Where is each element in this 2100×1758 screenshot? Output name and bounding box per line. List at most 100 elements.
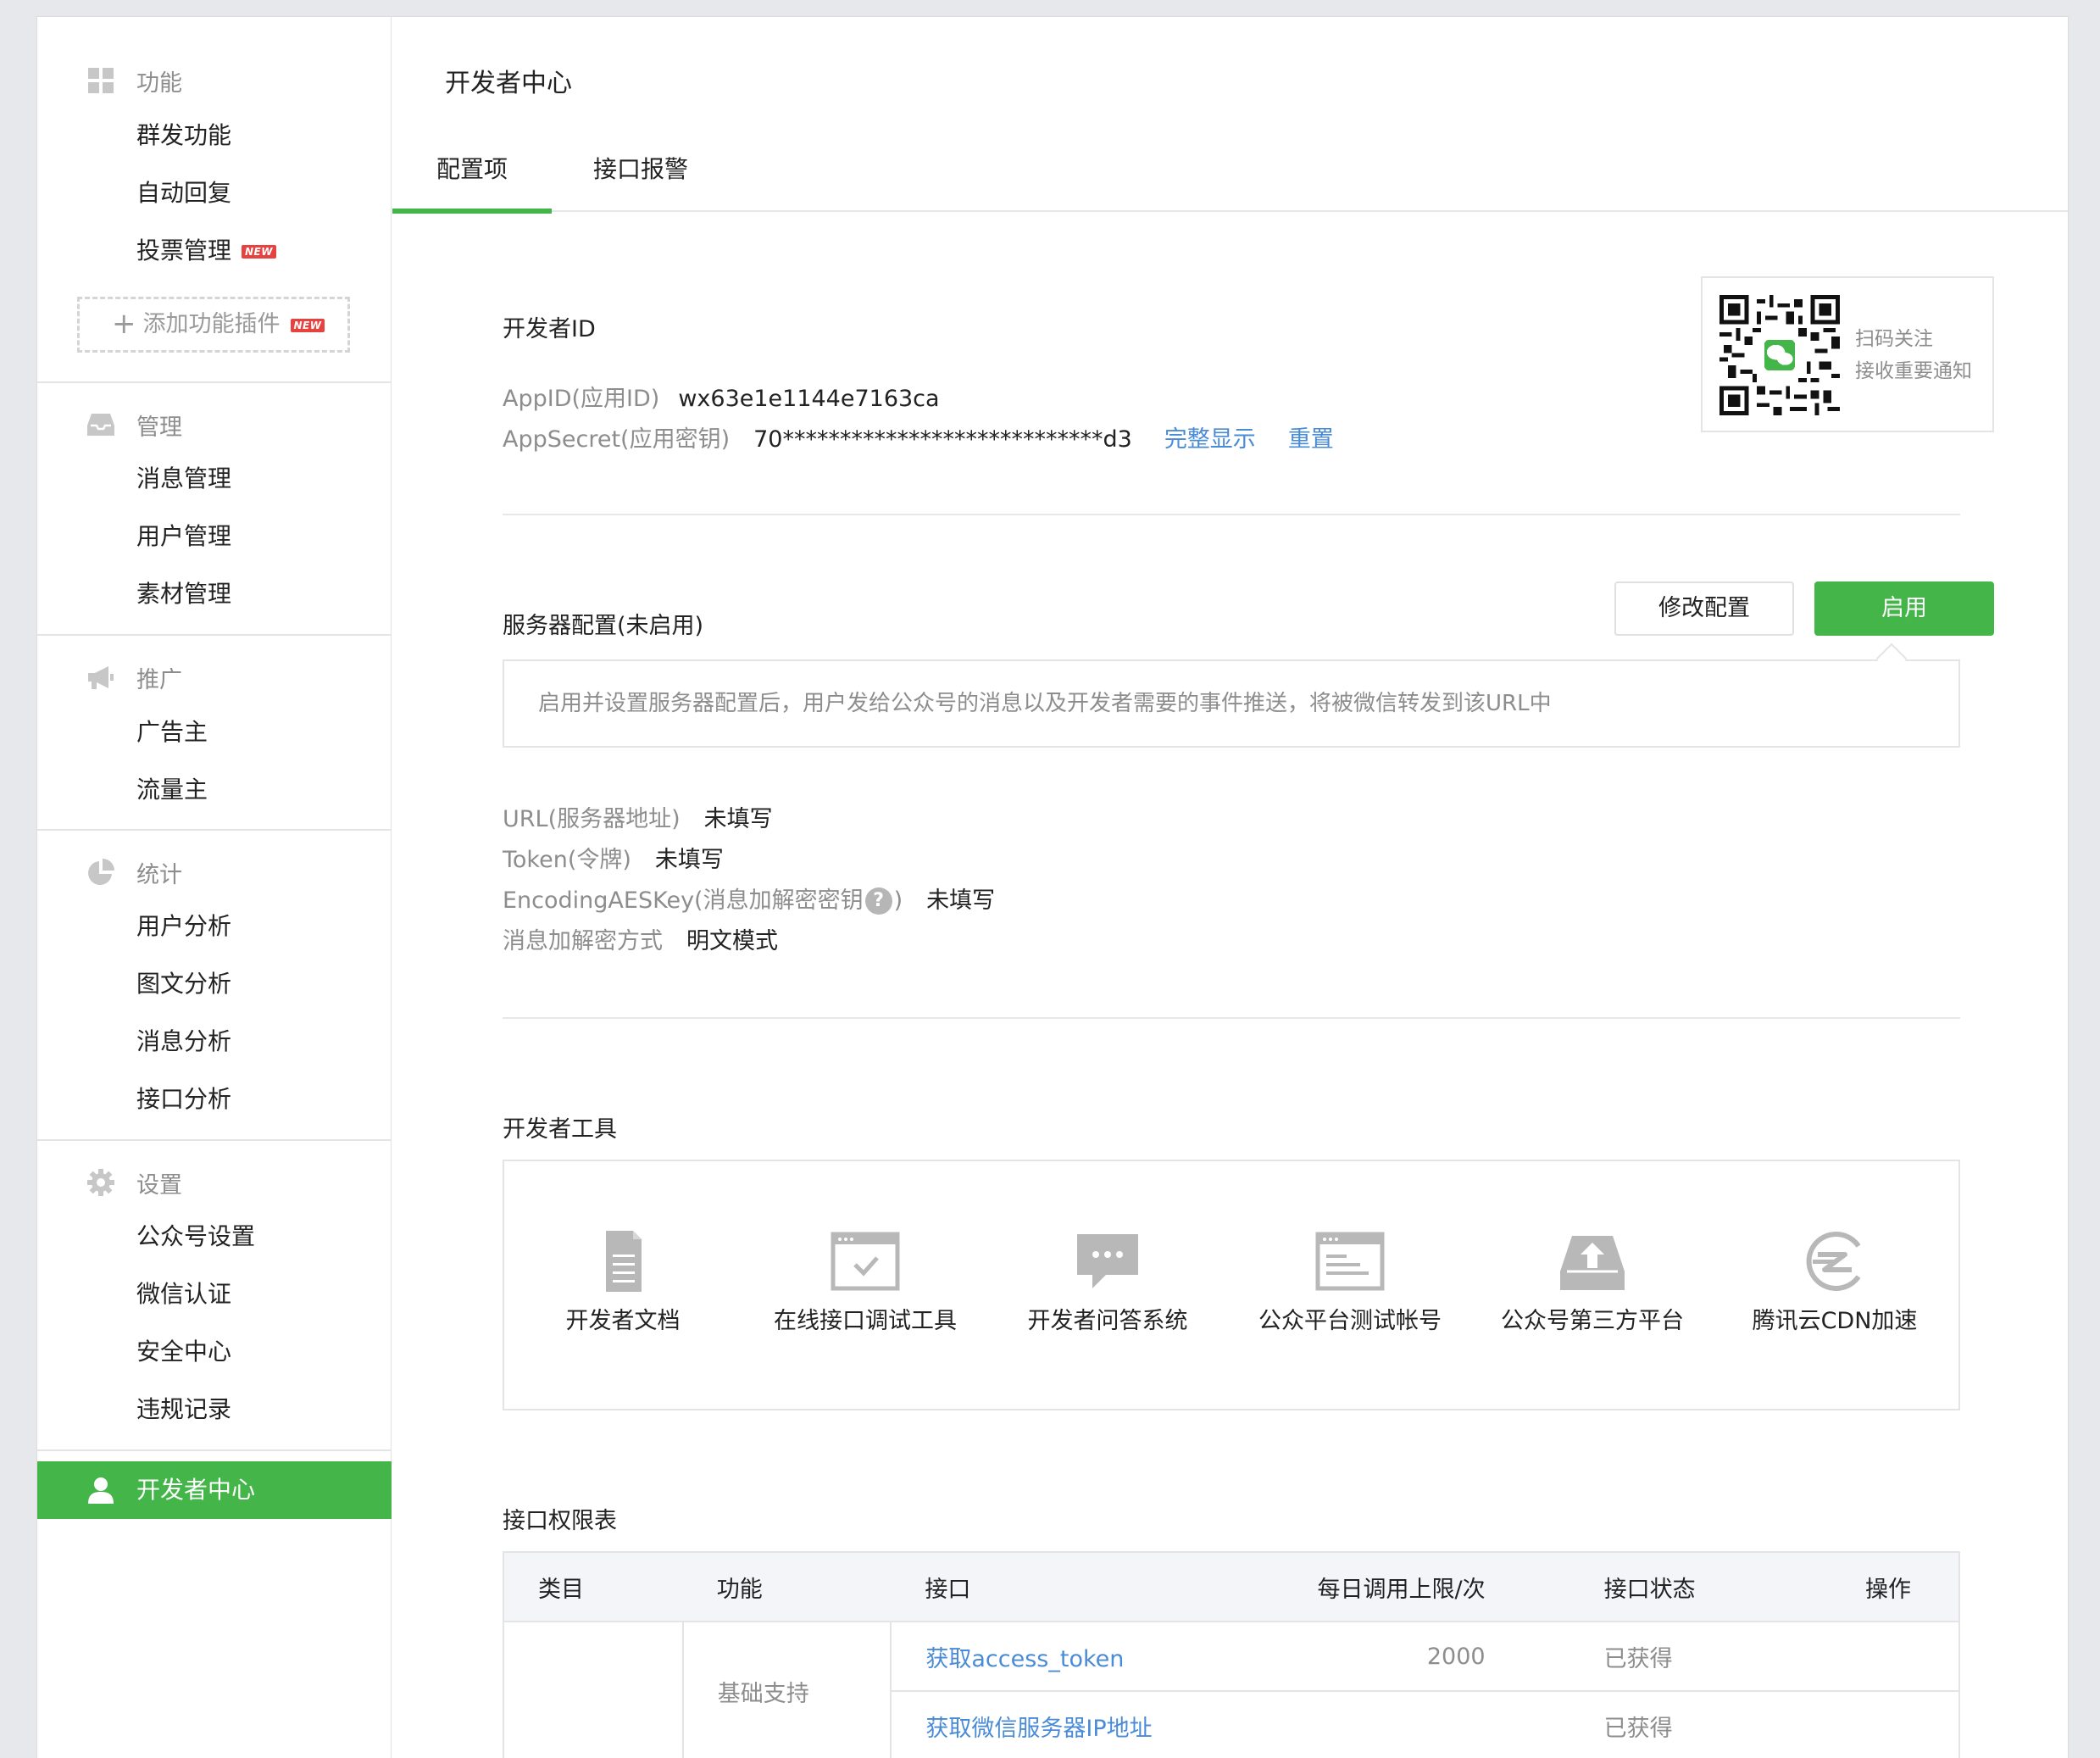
sidebar-divider: [37, 1139, 392, 1141]
tool-developer-docs[interactable]: 开发者文档: [504, 1229, 742, 1335]
tool-qa-system[interactable]: 开发者问答系统: [989, 1229, 1226, 1335]
plus-icon: +: [112, 307, 136, 341]
sidebar-item-auto-reply[interactable]: 自动回复: [136, 176, 231, 210]
qr-notice-line2: 接收重要通知: [1855, 360, 1972, 382]
sidebar-item-api-analysis[interactable]: 接口分析: [136, 1082, 231, 1116]
tip-text: 启用并设置服务器配置后，用户发给公众号的消息以及开发者需要的事件推送，将被微信转…: [538, 691, 1552, 716]
sidebar-section-title: 管理: [136, 414, 182, 441]
sidebar-item-mass-send[interactable]: 群发功能: [136, 119, 231, 153]
sidebar-section-settings: 设置: [37, 1163, 392, 1200]
action-cell: [1717, 1622, 1959, 1692]
appsecret-row: AppSecret(应用密钥) 70***********************…: [503, 420, 1334, 453]
sidebar-item-label: 图文分析: [136, 970, 232, 998]
sidebar-section-title: 功能: [136, 70, 182, 97]
sidebar-section-title: 推广: [136, 667, 182, 693]
sidebar-item-label: 消息分析: [136, 1027, 232, 1055]
appid-value: wx63e1e1144e7163ca: [678, 386, 940, 412]
col-header-api: 接口: [891, 1552, 1291, 1622]
cdn-icon: [1806, 1232, 1861, 1291]
sidebar-item-label: 开发者中心: [136, 1476, 256, 1504]
tab-bar: 配置项 接口报警: [392, 136, 2068, 214]
sidebar-divider: [37, 829, 392, 831]
sidebar-section-statistics: 统计: [37, 853, 392, 890]
modify-config-button[interactable]: 修改配置: [1614, 581, 1794, 636]
show-full-link[interactable]: 完整显示: [1164, 426, 1256, 453]
col-header-status: 接口状态: [1485, 1552, 1718, 1622]
token-row: Token(令牌) 未填写: [503, 841, 724, 874]
gear-icon: [87, 1169, 114, 1196]
sidebar-item-label: 投票管理: [136, 236, 232, 264]
tool-label: 开发者文档: [565, 1308, 681, 1334]
table-header-row: 类目 功能 接口 每日调用上限/次 接口状态 操作: [503, 1552, 1959, 1622]
tool-tencent-cdn[interactable]: 腾讯云CDN加速: [1716, 1229, 1953, 1335]
sidebar-item-users[interactable]: 用户管理: [136, 520, 231, 554]
token-label: Token(令牌): [503, 847, 631, 873]
sidebar-section-promotion: 推广: [37, 658, 392, 695]
sidebar-item-label: 接口分析: [136, 1085, 232, 1113]
sidebar-item-label: 流量主: [136, 776, 208, 804]
sidebar-item-label: 用户分析: [136, 912, 232, 940]
tab-config[interactable]: 配置项: [392, 136, 552, 214]
sidebar-item-publisher[interactable]: 流量主: [136, 773, 208, 807]
user-icon: [88, 1477, 114, 1504]
sidebar-item-label: 广告主: [136, 718, 208, 746]
url-row: URL(服务器地址) 未填写: [503, 800, 773, 833]
col-header-actions: 操作: [1717, 1552, 1959, 1622]
sidebar-section-title: 设置: [136, 1172, 182, 1199]
sidebar-item-user-analysis[interactable]: 用户分析: [136, 910, 231, 943]
sidebar-item-verification[interactable]: 微信认证: [136, 1277, 231, 1311]
enable-button[interactable]: 启用: [1814, 581, 1994, 636]
api-link[interactable]: 获取access_token: [925, 1646, 1124, 1672]
aeskey-row: EncodingAESKey(消息加解密密钥?) 未填写: [503, 882, 995, 915]
sidebar-item-vote[interactable]: 投票管理 NEW: [136, 234, 276, 268]
tab-api-alert[interactable]: 接口报警: [552, 136, 730, 212]
appid-label: AppID(应用ID): [503, 386, 660, 412]
token-value: 未填写: [654, 847, 724, 873]
api-permissions-title: 接口权限表: [503, 1508, 617, 1534]
app-frame: 功能 群发功能 自动回复 投票管理 NEW + 添加功能插件 NEW 管理 消息管理 …: [36, 16, 2069, 1758]
qr-notice-box: 扫码关注 接收重要通知: [1701, 276, 1994, 432]
new-badge: NEW: [242, 245, 276, 259]
sidebar-item-security[interactable]: 安全中心: [136, 1335, 231, 1369]
developer-tools-title: 开发者工具: [503, 1116, 617, 1143]
encrypt-mode-row: 消息加解密方式 明文模式: [503, 922, 778, 955]
sidebar-divider: [37, 1449, 392, 1451]
sidebar-item-messages[interactable]: 消息管理: [136, 462, 231, 496]
sidebar-item-materials[interactable]: 素材管理: [136, 577, 231, 611]
sidebar-item-label: 素材管理: [136, 580, 232, 608]
sidebar-item-label: 安全中心: [136, 1338, 232, 1366]
limit-cell: 2000: [1290, 1622, 1486, 1692]
help-question-icon[interactable]: ?: [864, 887, 892, 915]
grid-icon: [88, 68, 114, 93]
action-cell: [1717, 1691, 1959, 1758]
tool-label: 在线接口调试工具: [774, 1308, 957, 1334]
api-link[interactable]: 获取微信服务器IP地址: [925, 1716, 1152, 1742]
aeskey-value: 未填写: [926, 887, 996, 914]
appid-row: AppID(应用ID) wx63e1e1144e7163ca: [503, 380, 940, 413]
tool-label: 开发者问答系统: [1027, 1308, 1188, 1334]
reset-link[interactable]: 重置: [1288, 426, 1334, 453]
document-icon: [606, 1231, 642, 1292]
status-cell: 已获得: [1485, 1691, 1718, 1758]
tool-api-debugger[interactable]: 在线接口调试工具: [747, 1229, 984, 1335]
sidebar-item-developer-center[interactable]: 开发者中心: [37, 1461, 392, 1519]
sidebar-divider: [37, 634, 392, 636]
sidebar-item-account-settings[interactable]: 公众号设置: [136, 1220, 255, 1254]
tool-label: 公众号第三方平台: [1501, 1308, 1684, 1334]
sidebar-item-violations[interactable]: 违规记录: [136, 1393, 231, 1427]
tool-label: 腾讯云CDN加速: [1752, 1308, 1918, 1334]
sidebar-item-advertiser[interactable]: 广告主: [136, 715, 208, 749]
sidebar-section-function: 功能: [37, 61, 392, 98]
sidebar-item-article-analysis[interactable]: 图文分析: [136, 967, 231, 1001]
sidebar-item-message-analysis[interactable]: 消息分析: [136, 1025, 231, 1059]
tool-third-party-platform[interactable]: 公众号第三方平台: [1474, 1229, 1711, 1335]
chat-bubble-icon: [1077, 1234, 1138, 1288]
developer-tools-panel: 开发者文档 在线接口调试工具 开发者问答系统 公众平台测试帐号 公众号第三方平台…: [503, 1160, 1960, 1410]
sidebar: 功能 群发功能 自动回复 投票管理 NEW + 添加功能插件 NEW 管理 消息管理 …: [37, 17, 392, 1758]
add-plugin-label: 添加功能插件: [142, 311, 281, 337]
url-label: URL(服务器地址): [503, 806, 681, 832]
appsecret-value: 70****************************d3: [753, 426, 1132, 453]
tool-test-account[interactable]: 公众平台测试帐号: [1231, 1229, 1469, 1335]
add-plugin-button[interactable]: + 添加功能插件 NEW: [77, 297, 350, 353]
section-divider: [503, 514, 1960, 515]
